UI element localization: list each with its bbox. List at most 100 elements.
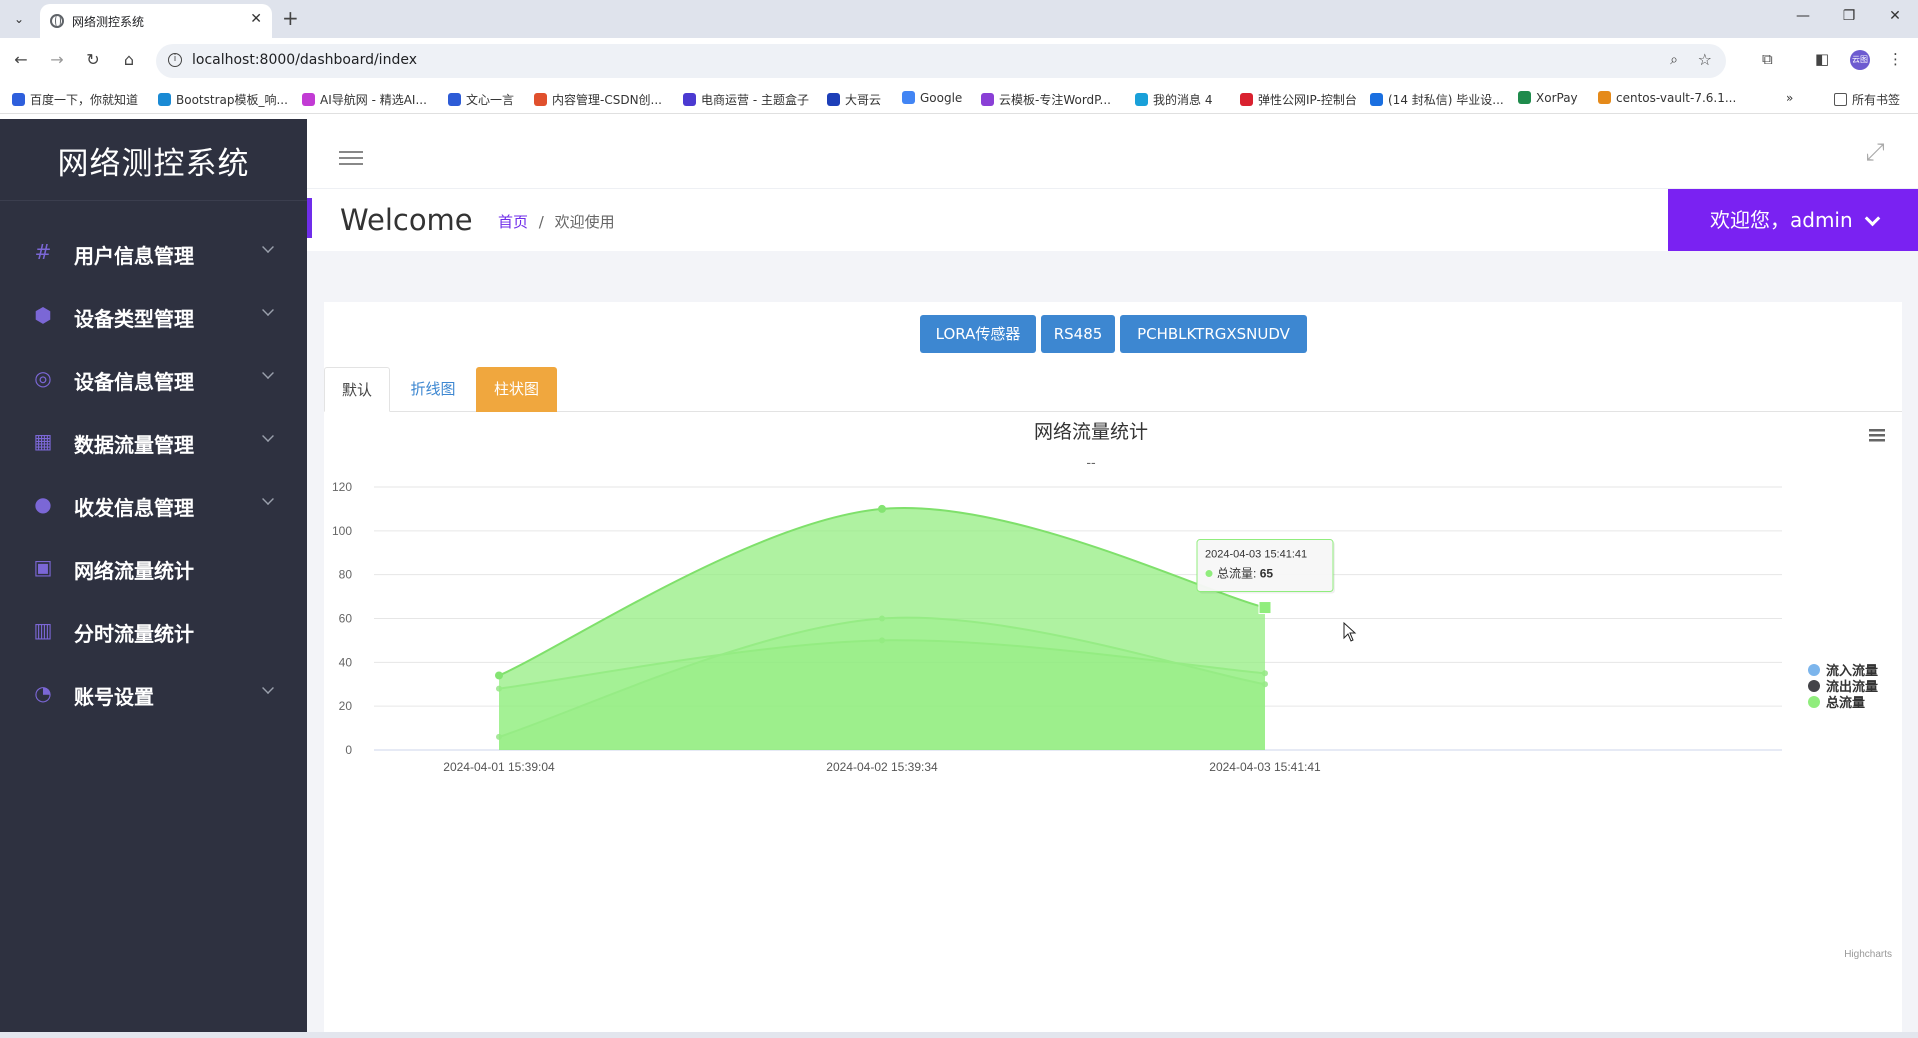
sidebar-item-data-traffic[interactable]: ▦ 数据流量管理: [0, 414, 307, 470]
tab-line-chart[interactable]: 折线图: [390, 367, 476, 412]
data-point[interactable]: [495, 671, 503, 680]
y-tick-label: 60: [339, 612, 353, 626]
sidebar-item-device-type[interactable]: ⬢ 设备类型管理: [0, 288, 307, 344]
tab-bar-chart[interactable]: 柱状图: [476, 367, 557, 412]
chevron-down-icon: [262, 682, 274, 694]
forward-icon[interactable]: →: [46, 50, 68, 69]
restore-icon[interactable]: ❐: [1826, 8, 1872, 24]
bookmark-item[interactable]: XorPay: [1518, 91, 1578, 105]
sidebar-item-timed-traffic[interactable]: ▥ 分时流量统计: [0, 603, 307, 659]
page-header: Welcome 首页 / 欢迎使用 欢迎您，admin: [307, 189, 1918, 251]
legend-item[interactable]: 流入流量: [1826, 663, 1878, 678]
browser-menu-icon[interactable]: ⋮: [1888, 50, 1903, 68]
tab-default[interactable]: 默认: [324, 367, 390, 412]
more-bookmarks-icon[interactable]: »: [1786, 91, 1793, 105]
palette-icon: ◔: [34, 681, 52, 705]
bookmark-favicon-icon: [1240, 93, 1253, 106]
fullscreen-icon[interactable]: ⤢: [1862, 139, 1888, 165]
sidebar-item-label: 设备信息管理: [74, 370, 194, 394]
chevron-down-icon: [262, 241, 274, 253]
sidebar-item-label: 用户信息管理: [74, 244, 194, 268]
browser-nav-bar: ← → ↻ ⌂ i localhost:8000/dashboard/index…: [0, 38, 1918, 84]
hamburger-menu-icon[interactable]: [339, 151, 363, 165]
legend-item[interactable]: 总流量: [1826, 695, 1865, 710]
chart-subtitle: --: [1086, 454, 1096, 470]
bookmark-item[interactable]: 百度一下，你就知道: [12, 91, 138, 108]
bookmark-favicon-icon: [158, 93, 171, 106]
bookmark-label: centos-vault-7.6.1...: [1616, 91, 1737, 105]
url-text[interactable]: localhost:8000/dashboard/index: [192, 52, 417, 68]
bookmark-item[interactable]: (14 封私信) 毕业设...: [1370, 91, 1504, 108]
sidebar-item-user-info[interactable]: # 用户信息管理: [0, 225, 307, 281]
tooltip-series-label: 总流量: 65: [1217, 567, 1273, 581]
bookmark-label: 文心一言: [466, 93, 515, 107]
bookmark-label: Google: [920, 91, 963, 105]
breadcrumb: 首页 / 欢迎使用: [498, 211, 615, 232]
bookmark-label: (14 封私信) 毕业设...: [1388, 93, 1504, 107]
bookmark-item[interactable]: 电商运营 - 主题盒子: [683, 91, 809, 108]
close-window-icon[interactable]: ✕: [1872, 8, 1918, 24]
bookmark-favicon-icon: [827, 93, 840, 106]
profile-avatar[interactable]: 云图: [1850, 50, 1870, 70]
y-tick-label: 80: [339, 568, 353, 582]
bookmark-item[interactable]: 大哥云: [827, 91, 881, 108]
bookmark-favicon-icon: [12, 93, 25, 106]
site-info-icon[interactable]: i: [168, 53, 182, 67]
browser-tab[interactable]: 网络测控系统 ✕: [40, 4, 272, 38]
legend-marker: [1808, 664, 1820, 676]
user-greeting: 欢迎您，admin: [1710, 208, 1853, 232]
bookmark-item[interactable]: Bootstrap模板_响...: [158, 91, 288, 108]
y-tick-label: 20: [339, 699, 353, 713]
bookmark-favicon-icon: [981, 93, 994, 106]
home-icon[interactable]: ⌂: [118, 50, 140, 69]
reload-icon[interactable]: ↻: [82, 50, 104, 69]
device-button-lora[interactable]: LORA传感器: [920, 315, 1036, 353]
bookmarks-bar: 百度一下，你就知道 Bootstrap模板_响... AI导航网 - 精选AI...…: [0, 84, 1918, 114]
chart-credits[interactable]: Highcharts: [1844, 949, 1892, 960]
user-dropdown-button[interactable]: 欢迎您，admin: [1668, 189, 1918, 251]
back-icon[interactable]: ←: [10, 50, 32, 69]
bookmark-item[interactable]: 云模板-专注WordP...: [981, 91, 1111, 108]
bookmark-item[interactable]: 文心一言: [448, 91, 514, 108]
breadcrumb-home-link[interactable]: 首页: [498, 213, 528, 231]
sidebar-item-device-info[interactable]: ◎ 设备信息管理: [0, 351, 307, 407]
close-tab-icon[interactable]: ✕: [250, 11, 262, 27]
bookmark-favicon-icon: [448, 93, 461, 106]
bookmark-item[interactable]: Google: [902, 91, 962, 105]
bookmark-favicon-icon: [1518, 91, 1531, 104]
bookmark-favicon-icon: [1135, 93, 1148, 106]
area-series-2: [499, 507, 1265, 750]
zoom-icon[interactable]: ⌕: [1670, 52, 1678, 68]
bookmark-star-icon[interactable]: ☆: [1698, 50, 1712, 69]
bookmark-item[interactable]: 内容管理-CSDN创...: [534, 91, 662, 108]
bookmark-item[interactable]: AI导航网 - 精选AI...: [302, 91, 427, 108]
data-point[interactable]: [878, 504, 886, 513]
legend-marker: [1808, 696, 1820, 708]
bookmark-item[interactable]: centos-vault-7.6.1...: [1598, 91, 1736, 105]
bookmark-favicon-icon: [902, 91, 915, 104]
bookmark-item[interactable]: 我的消息 4: [1135, 91, 1212, 108]
sidebar-item-account-settings[interactable]: ◔ 账号设置: [0, 666, 307, 722]
extensions-icon[interactable]: ⧉: [1762, 50, 1773, 68]
legend-item[interactable]: 流出流量: [1826, 679, 1878, 694]
device-button-rs485[interactable]: RS485: [1041, 315, 1115, 353]
side-panel-icon[interactable]: ◧: [1815, 50, 1829, 68]
bookmark-label: Bootstrap模板_响...: [176, 93, 288, 107]
chart-export-menu-icon[interactable]: [1869, 429, 1885, 442]
new-tab-button[interactable]: +: [282, 6, 299, 30]
bookmark-favicon-icon: [1370, 93, 1383, 106]
bookmark-label: 百度一下，你就知道: [30, 93, 139, 107]
tab-search-chevron-icon[interactable]: ⌄: [8, 8, 30, 30]
bookmark-item[interactable]: 弹性公网IP-控制台: [1240, 91, 1357, 108]
minimize-icon[interactable]: —: [1780, 8, 1826, 24]
sidebar-item-traffic-stats[interactable]: ▣ 网络流量统计: [0, 540, 307, 596]
address-bar[interactable]: i localhost:8000/dashboard/index ⌕ ☆: [156, 44, 1726, 78]
hovered-data-point[interactable]: [1258, 601, 1272, 615]
all-bookmarks-folder[interactable]: 所有书签: [1834, 91, 1900, 108]
sidebar-item-label: 收发信息管理: [74, 496, 194, 520]
tooltip-marker: [1205, 570, 1213, 578]
tooltip-value: 65: [1260, 567, 1274, 581]
tab-title: 网络测控系统: [72, 15, 145, 29]
sidebar-item-message[interactable]: ● 收发信息管理: [0, 477, 307, 533]
device-button-pchblk[interactable]: PCHBLKTRGXSNUDV: [1120, 315, 1307, 353]
